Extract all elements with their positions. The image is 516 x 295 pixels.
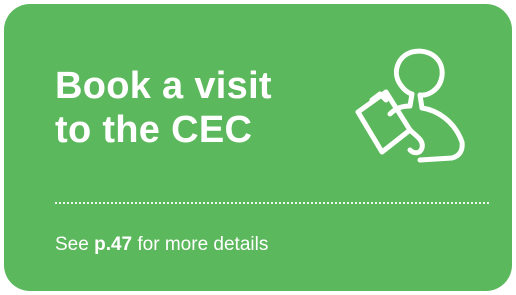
- details-page-link[interactable]: p.47: [94, 234, 132, 255]
- details-prefix: See: [55, 234, 89, 255]
- details-text: See p.47 for more details: [55, 233, 268, 257]
- details-suffix: for more details: [137, 234, 269, 255]
- book-visit-card[interactable]: Book a visit to the CEC See p.47 for mor…: [4, 4, 512, 291]
- card-title: Book a visit to the CEC: [55, 64, 335, 152]
- card-title-line-1: Book a visit: [55, 65, 272, 107]
- card-title-line-2: to the CEC: [55, 109, 253, 151]
- person-with-clipboard-icon: [355, 48, 465, 163]
- dotted-divider: [55, 202, 489, 204]
